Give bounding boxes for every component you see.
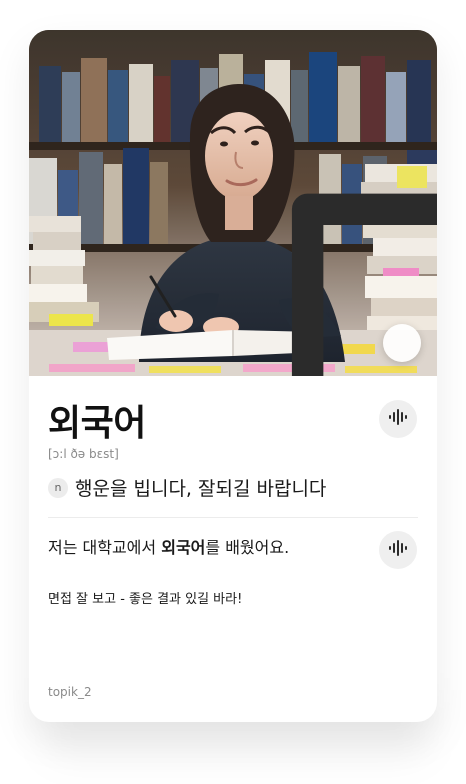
audio-wave-icon <box>388 539 408 561</box>
bookmark-icon <box>198 170 437 376</box>
level-tag: topik_2 <box>48 685 92 699</box>
word-audio-button[interactable] <box>379 400 417 438</box>
pronunciation: [ɔ:l ðə bɛst] <box>48 447 119 461</box>
vocabulary-card: 외국어 [ɔ:l ðə bɛst] n 행운을 빕니다, 잘되길 바랍니다 저는… <box>29 30 437 722</box>
meaning-text: 행운을 빕니다, 잘되길 바랍니다 <box>75 478 327 500</box>
bookmark-button[interactable] <box>291 193 437 376</box>
card-photo <box>29 30 437 376</box>
example-after: 를 배웠어요. <box>205 538 290 557</box>
vocabulary-word: 외국어 <box>48 403 146 444</box>
example-audio-button[interactable] <box>379 531 417 569</box>
audio-wave-icon <box>388 408 408 430</box>
note-text: 면접 잘 보고 - 좋은 결과 있길 바라! <box>48 592 243 607</box>
stage: 외국어 [ɔ:l ðə bɛst] n 행운을 빕니다, 잘되길 바랍니다 저는… <box>0 0 466 784</box>
content-divider <box>48 517 418 518</box>
part-of-speech-badge: n <box>48 477 68 498</box>
example-sentence: 저는 대학교에서 외국어를 배웠어요. <box>48 534 368 558</box>
card-content: 외국어 [ɔ:l ðə bɛst] n 행운을 빕니다, 잘되길 바랍니다 저는… <box>29 376 437 722</box>
example-before: 저는 대학교에서 <box>48 538 162 557</box>
example-highlight: 외국어 <box>161 538 206 557</box>
meaning-row: n 행운을 빕니다, 잘되길 바랍니다 <box>48 474 326 501</box>
